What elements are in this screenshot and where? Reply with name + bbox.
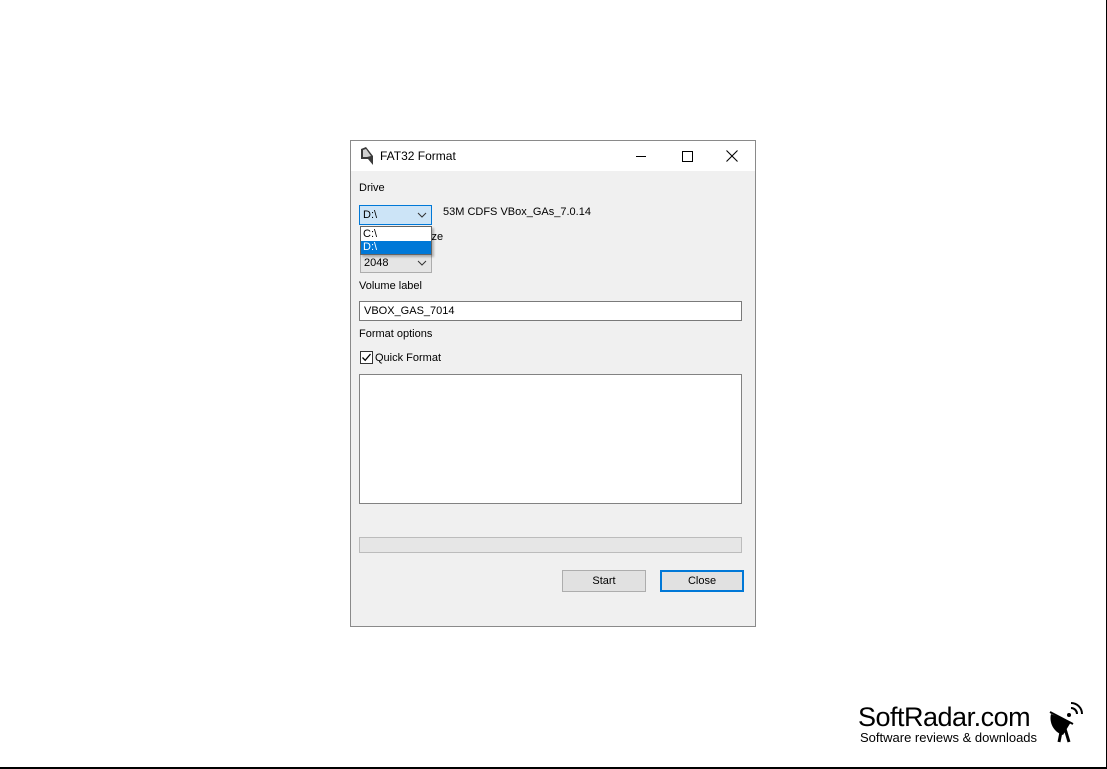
satellite-dish-icon	[1049, 702, 1083, 743]
minimize-icon	[635, 155, 646, 157]
drive-option-c[interactable]: C:\	[361, 228, 431, 241]
close-window-button[interactable]	[709, 141, 755, 171]
drive-label: Drive	[359, 182, 385, 194]
watermark-subtitle: Software reviews & downloads	[860, 730, 1038, 745]
progress-bar	[359, 537, 742, 553]
title-bar[interactable]: FAT32 Format	[351, 141, 755, 171]
quick-format-checkbox[interactable]	[360, 351, 373, 364]
close-icon	[726, 150, 738, 162]
volume-label-input[interactable]: VBOX_GAS_7014	[359, 301, 742, 321]
app-icon	[361, 147, 373, 165]
drive-select[interactable]: D:\	[359, 205, 432, 225]
watermark-title: SoftRadar.com	[858, 702, 1031, 732]
chevron-down-icon	[417, 260, 427, 266]
drive-select-value: D:\	[363, 209, 378, 221]
fat32-format-window: FAT32 Format Drive D:\ 53M CDFS VBox_GAs…	[350, 140, 756, 627]
allocation-size-value: 2048	[364, 257, 389, 269]
chevron-down-icon	[417, 212, 427, 218]
log-output-area[interactable]	[359, 374, 742, 504]
softradar-watermark: SoftRadar.com Software reviews & downloa…	[858, 700, 1088, 748]
allocation-size-select[interactable]: 2048	[360, 253, 432, 273]
start-button[interactable]: Start	[562, 570, 646, 592]
format-options-label: Format options	[359, 328, 433, 340]
quick-format-label: Quick Format	[375, 352, 442, 364]
maximize-button[interactable]	[664, 141, 710, 171]
minimize-button[interactable]	[618, 141, 664, 171]
drive-dropdown-list: C:\ D:\	[360, 226, 432, 255]
drive-info: 53M CDFS VBox_GAs_7.0.14	[443, 206, 591, 218]
close-button[interactable]: Close	[660, 570, 744, 592]
volume-label-caption: Volume label	[359, 280, 422, 292]
window-title: FAT32 Format	[380, 149, 456, 163]
maximize-icon	[681, 150, 693, 162]
volume-label-value: VBOX_GAS_7014	[364, 305, 455, 317]
drive-option-d[interactable]: D:\	[361, 241, 431, 254]
checkmark-icon	[362, 353, 371, 362]
